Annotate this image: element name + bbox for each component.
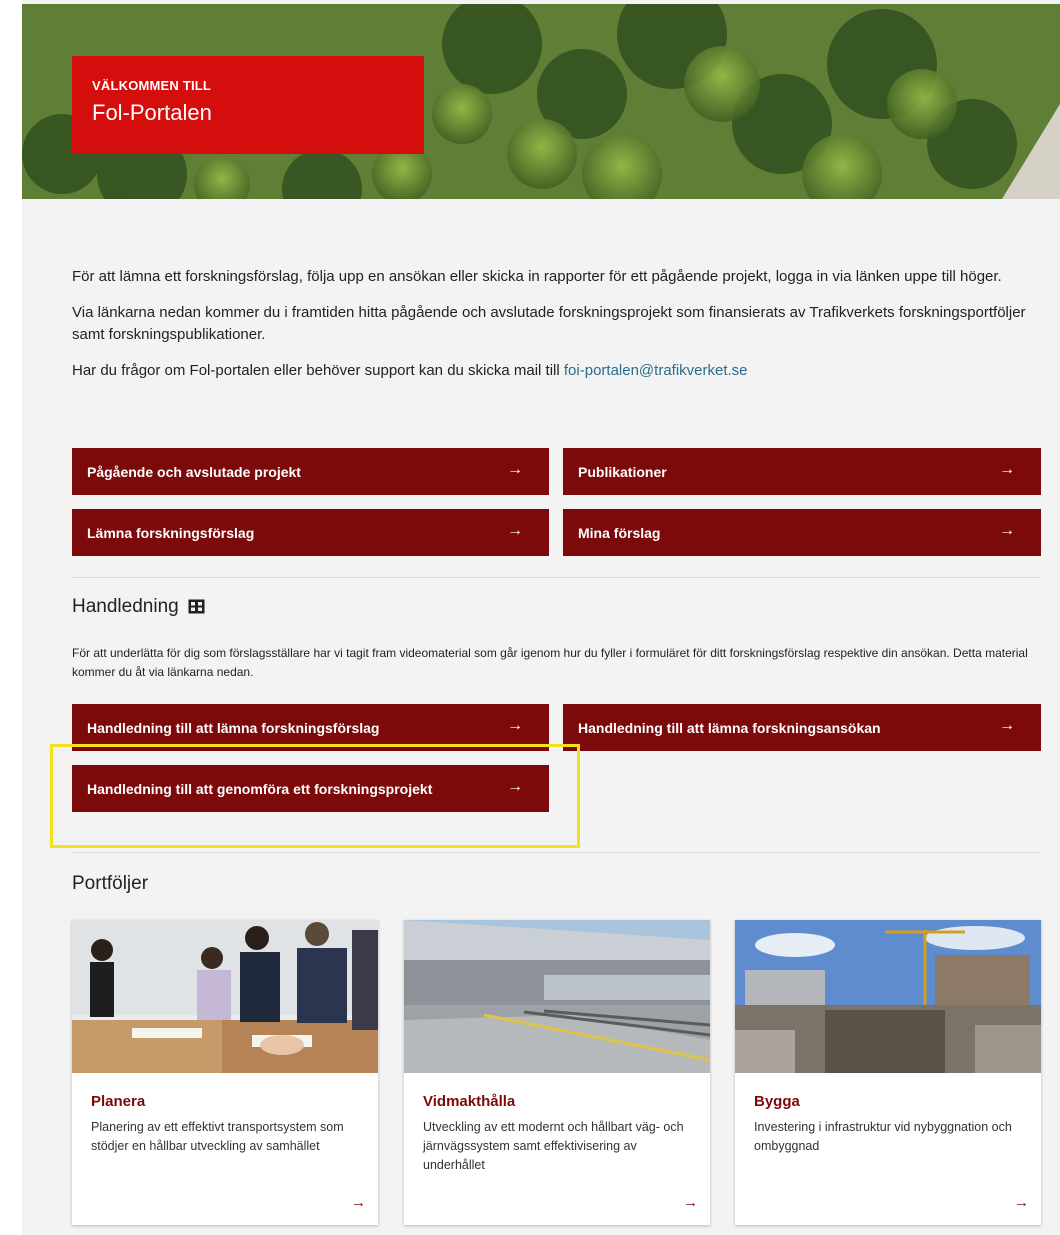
hero-title-box: VÄLKOMMEN TILL Fol-Portalen [72, 56, 424, 154]
card-title: Planera [91, 1093, 146, 1110]
button-label: Pågående och avslutade projekt [87, 463, 301, 480]
arrow-right-icon: → [1014, 1194, 1029, 1211]
arrow-right-icon: → [683, 1194, 698, 1211]
portfolio-card-vidmakthalla[interactable]: Vidmakthålla Utveckling av ett modernt o… [404, 920, 710, 1225]
intro-paragraph-1: För att lämna ett forskningsförslag, föl… [72, 268, 1002, 285]
button-label: Publikationer [578, 463, 667, 480]
divider [72, 577, 1040, 578]
button-label: Lämna forskningsförslag [87, 524, 255, 541]
support-email-link[interactable]: foi-portalen@trafikverket.se [564, 362, 748, 379]
divider [72, 852, 1040, 853]
page: VÄLKOMMEN TILL Fol-Portalen För att lämn… [22, 0, 1060, 1235]
intro-text: För att lämna ett forskningsförslag, föl… [72, 266, 1032, 396]
card-description: Planering av ett effektivt transportsyst… [91, 1120, 344, 1153]
button-label: Mina förslag [578, 524, 661, 541]
guide-title-text: Handledning [72, 596, 179, 617]
arrow-right-icon: → [507, 717, 523, 734]
highlight-box [50, 744, 580, 848]
arrow-right-icon: → [999, 461, 1015, 478]
arrow-right-icon: → [507, 461, 523, 478]
arrow-right-icon: → [999, 522, 1015, 539]
card-description: Investering i infrastruktur vid nybyggna… [754, 1120, 1012, 1153]
portfolios-title: Portföljer [72, 873, 149, 894]
construction-site-image [735, 920, 1041, 1073]
card-title: Bygga [754, 1093, 800, 1110]
portfolio-card-bygga[interactable]: Bygga Investering i infrastruktur vid ny… [735, 920, 1041, 1225]
button-label: Handledning till att lämna forskningsans… [578, 719, 881, 736]
card-description: Utveckling av ett modernt och hållbart v… [423, 1120, 684, 1172]
publications-button[interactable]: Publikationer → [563, 448, 1041, 495]
portfolio-card-planera[interactable]: Planera Planering av ett effektivt trans… [72, 920, 378, 1225]
my-proposals-button[interactable]: Mina förslag → [563, 509, 1041, 556]
guide-title: Handledning [72, 596, 205, 618]
hero-kicker: VÄLKOMMEN TILL [92, 78, 212, 93]
meeting-image [72, 920, 378, 1073]
railway-station-image [404, 920, 710, 1073]
hero-title: Fol-Portalen [92, 100, 212, 125]
hero-banner: VÄLKOMMEN TILL Fol-Portalen [22, 4, 1060, 199]
guide-description: För att underlätta för dig som förslagss… [72, 646, 1028, 679]
film-icon [188, 599, 205, 614]
ongoing-projects-button[interactable]: Pågående och avslutade projekt → [72, 448, 549, 495]
guide-application-button[interactable]: Handledning till att lämna forskningsans… [563, 704, 1041, 751]
submit-proposal-button[interactable]: Lämna forskningsförslag → [72, 509, 549, 556]
intro-paragraph-2: Via länkarna nedan kommer du i framtiden… [72, 304, 1026, 343]
arrow-right-icon: → [351, 1194, 366, 1211]
intro-support-text: Har du frågor om Fol-portalen eller behö… [72, 362, 564, 379]
card-title: Vidmakthålla [423, 1093, 516, 1110]
intro-paragraph-3: Har du frågor om Fol-portalen eller behö… [72, 360, 1032, 382]
arrow-right-icon: → [999, 717, 1015, 734]
button-label: Handledning till att lämna forskningsför… [87, 719, 380, 736]
arrow-right-icon: → [507, 522, 523, 539]
